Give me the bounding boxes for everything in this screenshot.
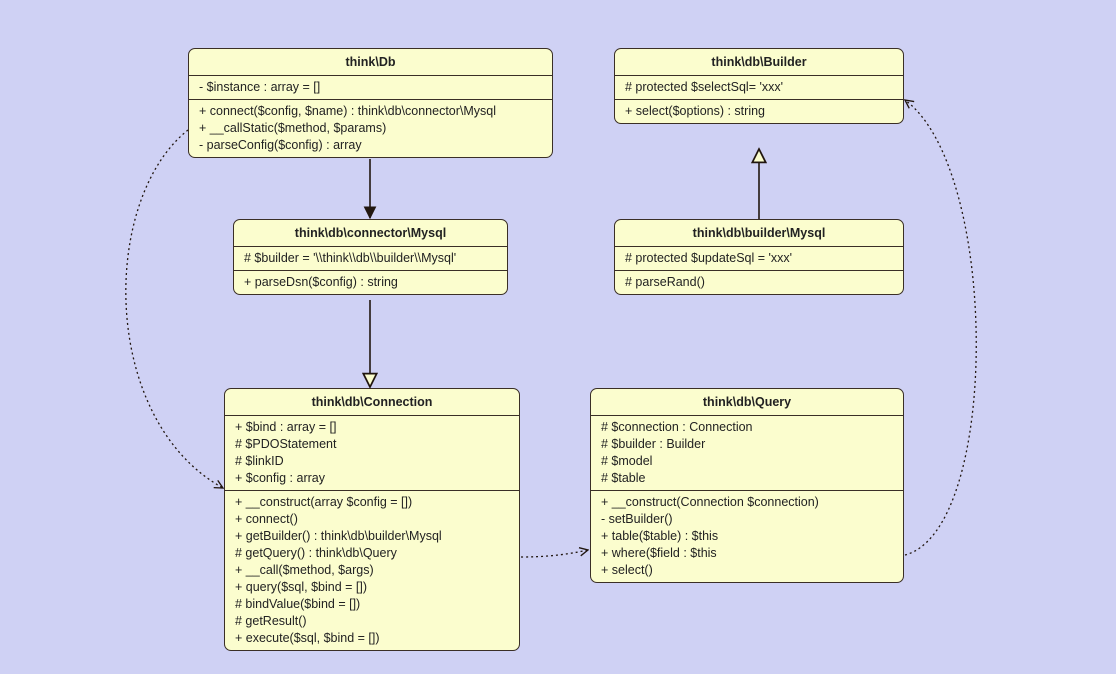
arrow-db-to-connection	[126, 130, 223, 488]
arrows-layer	[0, 0, 1116, 674]
arrow-connection-to-query	[521, 550, 588, 557]
arrow-query-to-builder	[905, 100, 976, 555]
